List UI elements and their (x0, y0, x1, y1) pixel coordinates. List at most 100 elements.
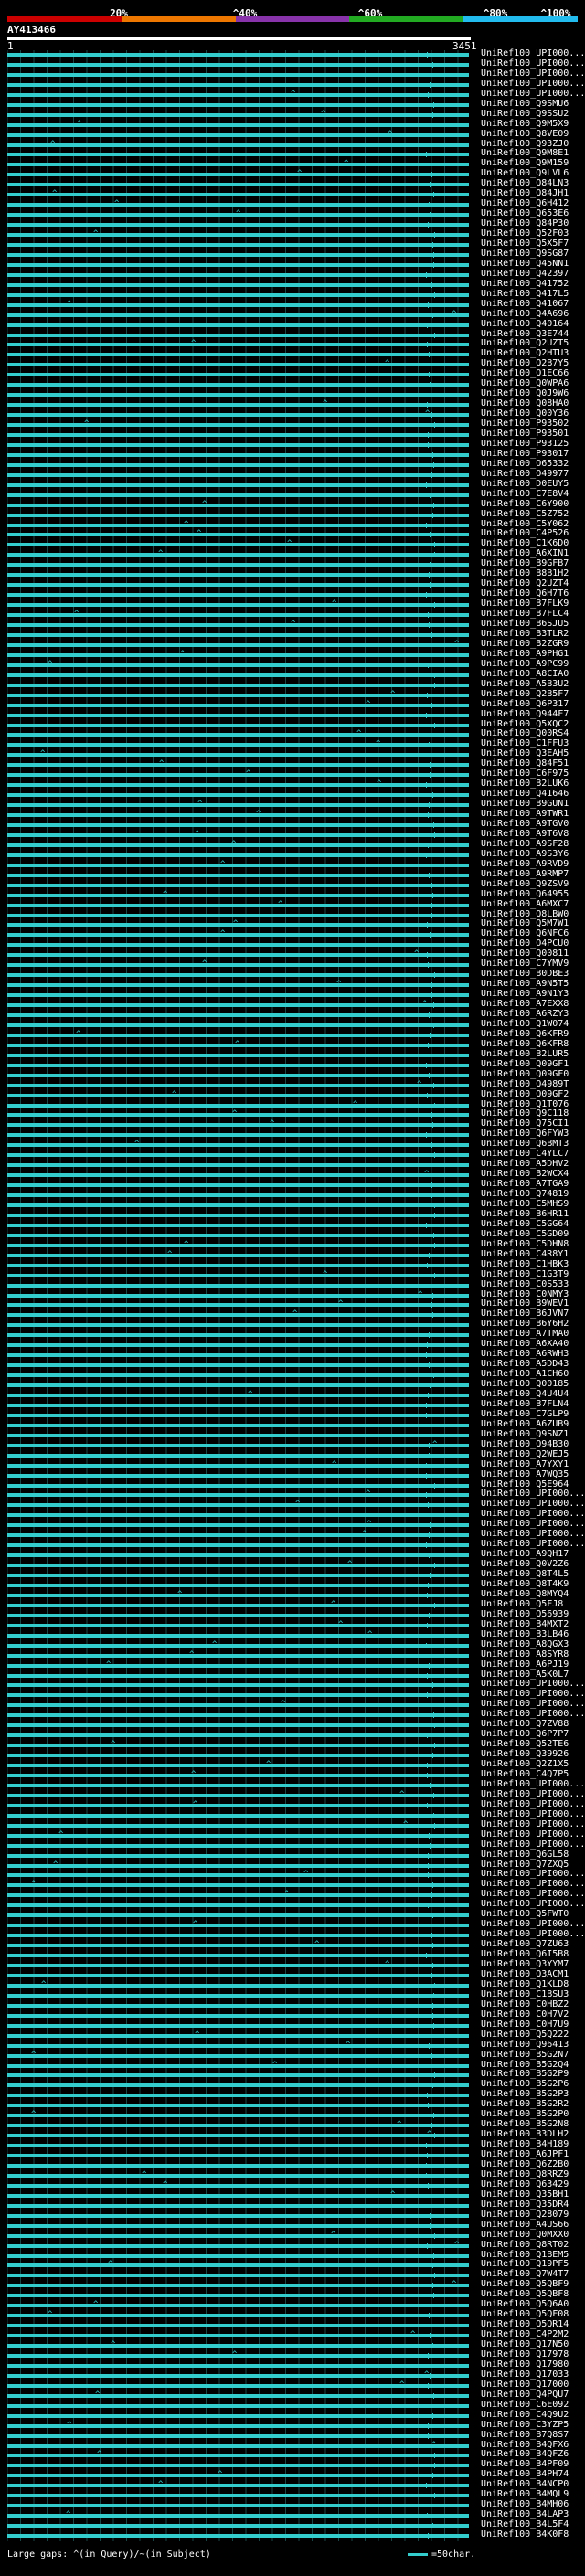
hit-id-link[interactable]: UniRef100_Q5E964 (481, 1479, 569, 1489)
hit-alignment-bar[interactable] (7, 1253, 469, 1257)
hit-id-link[interactable]: UniRef100_Q5QBF9 (481, 2280, 569, 2289)
hit-alignment-bar[interactable] (7, 703, 469, 707)
hit-alignment-bar[interactable] (7, 2163, 469, 2168)
hit-id-link[interactable]: UniRef100_C5Y062 (481, 519, 569, 529)
hit-id-link[interactable]: UniRef100_C0NMY3 (481, 1289, 569, 1299)
hit-alignment-bar[interactable] (7, 1473, 469, 1478)
hit-id-link[interactable]: UniRef100_Q84P30 (481, 219, 569, 228)
hit-id-link[interactable]: UniRef100_Q56939 (481, 1609, 569, 1619)
hit-alignment-bar[interactable] (7, 1313, 469, 1318)
hit-alignment-bar[interactable] (7, 1944, 469, 1948)
hit-alignment-bar[interactable] (7, 2154, 469, 2158)
hit-id-link[interactable]: UniRef100_Q6H7T6 (481, 589, 569, 599)
hit-id-link[interactable]: UniRef100_A9PC99 (481, 659, 569, 669)
hit-alignment-bar[interactable] (7, 1903, 469, 1908)
hit-alignment-bar[interactable] (7, 763, 469, 768)
hit-id-link[interactable]: UniRef100_B5G2P6 (481, 2080, 569, 2089)
hit-alignment-bar[interactable] (7, 1493, 469, 1498)
hit-id-link[interactable]: UniRef100_A6MXC7 (481, 899, 569, 909)
hit-id-link[interactable]: UniRef100_Q8LBW0 (481, 909, 569, 919)
hit-alignment-bar[interactable] (7, 2524, 469, 2528)
hit-alignment-bar[interactable] (7, 1012, 469, 1017)
hit-id-link[interactable]: UniRef100_Q653E6 (481, 209, 569, 218)
hit-id-link[interactable]: UniRef100_O65332 (481, 459, 569, 469)
hit-alignment-bar[interactable] (7, 593, 469, 598)
hit-id-link[interactable]: UniRef100_C3YZP5 (481, 2420, 569, 2430)
hit-alignment-bar[interactable] (7, 72, 469, 77)
hit-id-link[interactable]: UniRef100_Q64955 (481, 889, 569, 899)
hit-id-link[interactable]: UniRef100_A9RMP7 (481, 869, 569, 879)
hit-id-link[interactable]: UniRef100_Q8VE09 (481, 129, 569, 139)
hit-id-link[interactable]: UniRef100_A6XA40 (481, 1340, 569, 1349)
hit-id-link[interactable]: UniRef100_B4QFZ6 (481, 2450, 569, 2459)
hit-id-link[interactable]: UniRef100_Q35BH1 (481, 2189, 569, 2200)
hit-id-link[interactable]: UniRef100_B2LUR5 (481, 1049, 569, 1059)
hit-alignment-bar[interactable] (7, 143, 469, 147)
hit-id-link[interactable]: UniRef100_Q9SSU2 (481, 109, 569, 119)
hit-id-link[interactable]: UniRef100_C5Z752 (481, 509, 569, 519)
hit-alignment-bar[interactable] (7, 2203, 469, 2208)
hit-id-link[interactable]: UniRef100_Q45NN1 (481, 259, 569, 269)
hit-alignment-bar[interactable] (7, 2314, 469, 2318)
hit-id-link[interactable]: UniRef100_Q09GF2 (481, 1089, 569, 1099)
hit-alignment-bar[interactable] (7, 993, 469, 998)
hit-alignment-bar[interactable] (7, 1023, 469, 1027)
hit-id-link[interactable]: UniRef100_Q9LVL6 (481, 169, 569, 178)
hit-alignment-bar[interactable] (7, 1723, 469, 1728)
hit-id-link[interactable]: UniRef100_Q52F03 (481, 229, 569, 239)
hit-alignment-bar[interactable] (7, 1983, 469, 1988)
hit-alignment-bar[interactable] (7, 1603, 469, 1607)
hit-alignment-bar[interactable] (7, 393, 469, 398)
hit-id-link[interactable]: UniRef100_A7WQ35 (481, 1469, 569, 1479)
hit-id-link[interactable]: UniRef100_B4L5F4 (481, 2520, 569, 2529)
hit-alignment-bar[interactable] (7, 2393, 469, 2398)
hit-id-link[interactable]: UniRef100_Q4U4U4 (481, 1390, 569, 1399)
hit-alignment-bar[interactable] (7, 513, 469, 517)
hit-id-link[interactable]: UniRef100_B4PH74 (481, 2470, 569, 2479)
hit-alignment-bar[interactable] (7, 783, 469, 788)
hit-alignment-bar[interactable] (7, 2474, 469, 2478)
hit-id-link[interactable]: UniRef100_Q2HTU3 (481, 349, 569, 358)
hit-id-link[interactable]: UniRef100_B4MH06 (481, 2500, 569, 2509)
hit-alignment-bar[interactable] (7, 2514, 469, 2518)
hit-alignment-bar[interactable] (7, 893, 469, 897)
hit-alignment-bar[interactable] (7, 413, 469, 418)
hit-alignment-bar[interactable] (7, 2193, 469, 2198)
hit-alignment-bar[interactable] (7, 1744, 469, 1748)
hit-id-link[interactable]: UniRef100_Q1W074 (481, 1019, 569, 1029)
hit-id-link[interactable]: UniRef100_Q2WEJ5 (481, 1449, 569, 1459)
hit-id-link[interactable]: UniRef100_UPI000... (481, 1789, 585, 1799)
hit-id-link[interactable]: UniRef100_Q2B7Y5 (481, 359, 569, 368)
hit-alignment-bar[interactable] (7, 1303, 469, 1308)
hit-alignment-bar[interactable] (7, 252, 469, 257)
hit-id-link[interactable]: UniRef100_Q00RS4 (481, 729, 569, 738)
hit-alignment-bar[interactable] (7, 1913, 469, 1918)
hit-alignment-bar[interactable] (7, 1053, 469, 1057)
hit-id-link[interactable]: UniRef100_Q4A696 (481, 309, 569, 319)
hit-id-link[interactable]: UniRef100_B5G2N7 (481, 2050, 569, 2060)
hit-id-link[interactable]: UniRef100_P93125 (481, 439, 569, 449)
hit-id-link[interactable]: UniRef100_Q41752 (481, 279, 569, 289)
hit-id-link[interactable]: UniRef100_Q1KLD8 (481, 1979, 569, 1989)
hit-alignment-bar[interactable] (7, 963, 469, 968)
hit-alignment-bar[interactable] (7, 1523, 469, 1528)
hit-id-link[interactable]: UniRef100_A9S3Y6 (481, 849, 569, 859)
hit-alignment-bar[interactable] (7, 1283, 469, 1288)
hit-alignment-bar[interactable] (7, 1383, 469, 1388)
hit-alignment-bar[interactable] (7, 403, 469, 408)
hit-id-link[interactable]: UniRef100_Q00811 (481, 949, 569, 959)
hit-id-link[interactable]: UniRef100_Q75CI1 (481, 1119, 569, 1129)
hit-alignment-bar[interactable] (7, 1423, 469, 1427)
hit-id-link[interactable]: UniRef100_UPI000... (481, 1510, 585, 1519)
hit-alignment-bar[interactable] (7, 2144, 469, 2148)
hit-alignment-bar[interactable] (7, 163, 469, 167)
hit-id-link[interactable]: UniRef100_A5DD43 (481, 1360, 569, 1369)
hit-alignment-bar[interactable] (7, 573, 469, 578)
hit-alignment-bar[interactable] (7, 2183, 469, 2188)
hit-alignment-bar[interactable] (7, 62, 469, 67)
hit-id-link[interactable]: UniRef100_UPI000... (481, 1890, 585, 1899)
hit-alignment-bar[interactable] (7, 2094, 469, 2098)
hit-id-link[interactable]: UniRef100_B4K0F8 (481, 2530, 569, 2539)
hit-id-link[interactable]: UniRef100_C1FFU3 (481, 739, 569, 748)
hit-alignment-bar[interactable] (7, 1263, 469, 1267)
